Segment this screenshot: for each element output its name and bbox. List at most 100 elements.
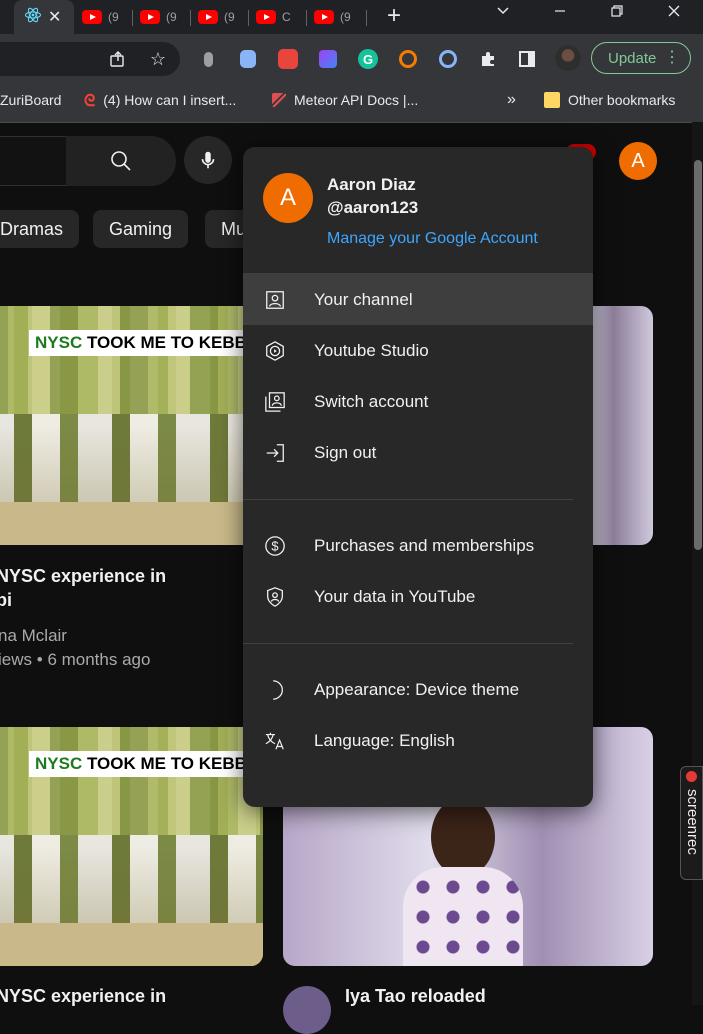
tab-label: (9 bbox=[224, 10, 235, 24]
account-avatar-button[interactable]: A bbox=[619, 142, 657, 180]
bookmark-star-icon[interactable]: ☆ bbox=[147, 48, 169, 70]
menu-item-sign-out[interactable]: Sign out bbox=[243, 427, 593, 478]
youtube-icon bbox=[256, 10, 276, 24]
extension-circle-icon[interactable] bbox=[437, 48, 459, 70]
account-menu: A Aaron Diaz @aaron123 Manage your Googl… bbox=[243, 147, 593, 807]
tab-search-icon[interactable] bbox=[493, 4, 513, 23]
search-icon bbox=[111, 151, 131, 171]
svg-text:$: $ bbox=[271, 538, 278, 553]
bookmark-zuriboard[interactable]: ZuriBoard bbox=[0, 84, 61, 116]
profile-avatar[interactable] bbox=[554, 44, 582, 72]
youtube-icon bbox=[82, 10, 102, 24]
menu-divider bbox=[243, 643, 573, 644]
menu-item-label: Your data in YouTube bbox=[314, 586, 476, 606]
tab-react-app[interactable]: ✕ bbox=[14, 0, 74, 34]
thumbnail-image bbox=[0, 306, 263, 414]
search-button[interactable] bbox=[66, 136, 176, 186]
translate-icon bbox=[263, 729, 287, 753]
menu-item-label: Sign out bbox=[314, 442, 377, 462]
side-panel-icon[interactable] bbox=[516, 48, 538, 70]
browser-tab-strip: ✕ (9 (9 (9 C (9 + bbox=[0, 0, 703, 34]
more-vert-icon[interactable]: ⋮ bbox=[664, 48, 680, 68]
share-icon[interactable] bbox=[107, 48, 129, 70]
tab-youtube-5[interactable]: (9 bbox=[314, 0, 364, 34]
video-thumbnail[interactable]: NYSC TOOK ME TO KEBB bbox=[0, 306, 263, 545]
chip-dramas[interactable]: Dramas bbox=[0, 210, 80, 248]
restore-icon[interactable] bbox=[607, 4, 627, 23]
thumbnail-caption: NYSC TOOK ME TO KEBB bbox=[29, 330, 255, 356]
menu-item-purchases[interactable]: $ Purchases and memberships bbox=[243, 520, 593, 571]
menu-item-label: Switch account bbox=[314, 391, 429, 411]
extension-spiral-icon[interactable] bbox=[397, 48, 419, 70]
switch-account-icon bbox=[263, 390, 287, 414]
thumbnail-person bbox=[403, 797, 523, 966]
close-tab-icon[interactable]: ✕ bbox=[48, 7, 61, 27]
bookmark-other-folder[interactable]: Other bookmarks bbox=[544, 84, 675, 116]
tab-label: C bbox=[282, 10, 291, 24]
youtube-icon bbox=[140, 10, 160, 24]
react-icon bbox=[24, 6, 42, 29]
tab-divider bbox=[366, 10, 367, 26]
tab-youtube-1[interactable]: (9 bbox=[82, 0, 132, 34]
menu-item-your-data[interactable]: Your data in YouTube bbox=[243, 571, 593, 622]
bookmark-label: Other bookmarks bbox=[568, 92, 676, 108]
tab-label: (9 bbox=[340, 10, 351, 24]
bookmarks-bar: ZuriBoard ᘓ (4) How can I insert... Mete… bbox=[0, 84, 703, 123]
page-scrollbar-thumb[interactable] bbox=[694, 160, 702, 550]
tab-label: (9 bbox=[108, 10, 119, 24]
puzzle-extensions-icon[interactable] bbox=[477, 48, 499, 70]
menu-divider bbox=[243, 499, 573, 500]
extension-mouse-icon[interactable] bbox=[197, 48, 219, 70]
tab-youtube-2[interactable]: (9 bbox=[140, 0, 190, 34]
tab-divider bbox=[190, 10, 191, 26]
thumbnail-caption-highlight: NYSC bbox=[35, 333, 83, 352]
menu-item-label: Appearance: Device theme bbox=[314, 679, 520, 699]
menu-item-youtube-studio[interactable]: Youtube Studio bbox=[243, 325, 593, 376]
video-title[interactable]: NYSC experience in bbox=[0, 566, 166, 587]
update-button[interactable]: Update ⋮ bbox=[591, 42, 691, 74]
bookmark-label: ZuriBoard bbox=[0, 92, 62, 108]
tab-youtube-3[interactable]: (9 bbox=[198, 0, 248, 34]
shield-icon bbox=[263, 585, 287, 609]
channel-avatar[interactable] bbox=[283, 986, 331, 1034]
tab-youtube-4[interactable]: C bbox=[256, 0, 306, 34]
tab-divider bbox=[248, 10, 249, 26]
new-tab-button[interactable]: + bbox=[384, 2, 404, 30]
video-title[interactable]: Iya Tao reloaded bbox=[345, 986, 486, 1007]
menu-item-your-channel[interactable]: Your channel bbox=[243, 274, 593, 325]
grammarly-icon[interactable]: G bbox=[357, 48, 379, 70]
menu-item-appearance[interactable]: Appearance: Device theme bbox=[243, 664, 593, 715]
screenrec-label: screenrec bbox=[684, 789, 701, 855]
video-title-line2[interactable]: bi bbox=[0, 590, 12, 611]
extension-feather-icon[interactable] bbox=[317, 48, 339, 70]
screenrec-widget[interactable]: screenrec bbox=[680, 766, 703, 880]
channel-name[interactable]: na Mclair bbox=[0, 626, 67, 646]
bookmarks-overflow-button[interactable]: » bbox=[507, 84, 516, 116]
thumbnail-ground bbox=[0, 922, 263, 966]
microphone-icon bbox=[201, 151, 215, 169]
video-thumbnail[interactable]: NYSC TOOK ME TO KEBB bbox=[0, 727, 263, 966]
youtube-icon bbox=[314, 10, 334, 24]
close-window-icon[interactable] bbox=[664, 4, 684, 23]
menu-item-switch-account[interactable]: Switch account bbox=[243, 376, 593, 427]
bookmark-meteor-docs[interactable]: Meteor API Docs |... bbox=[272, 84, 418, 116]
folder-icon bbox=[544, 92, 560, 108]
dollar-icon: $ bbox=[263, 534, 287, 558]
extension-docs-icon[interactable] bbox=[237, 48, 259, 70]
account-box-icon bbox=[263, 288, 287, 312]
bookmark-favicon-icon: ᘓ bbox=[84, 93, 96, 110]
chip-gaming[interactable]: Gaming bbox=[93, 210, 189, 248]
extension-bug-icon[interactable] bbox=[277, 48, 299, 70]
menu-item-label: Purchases and memberships bbox=[314, 535, 535, 555]
minimize-icon[interactable] bbox=[550, 4, 570, 23]
manage-google-account-link[interactable]: Manage your Google Account bbox=[327, 230, 538, 248]
voice-search-button[interactable] bbox=[184, 136, 232, 184]
menu-item-language[interactable]: Language: English bbox=[243, 715, 593, 766]
dot-separator: • bbox=[36, 650, 43, 669]
bookmark-stackoverflow[interactable]: ᘓ (4) How can I insert... bbox=[84, 84, 236, 116]
update-label: Update bbox=[608, 49, 657, 67]
studio-icon bbox=[263, 339, 287, 363]
video-title[interactable]: NYSC experience in bbox=[0, 986, 166, 1007]
tab-divider bbox=[132, 10, 133, 26]
upload-age: 6 months ago bbox=[47, 650, 151, 669]
